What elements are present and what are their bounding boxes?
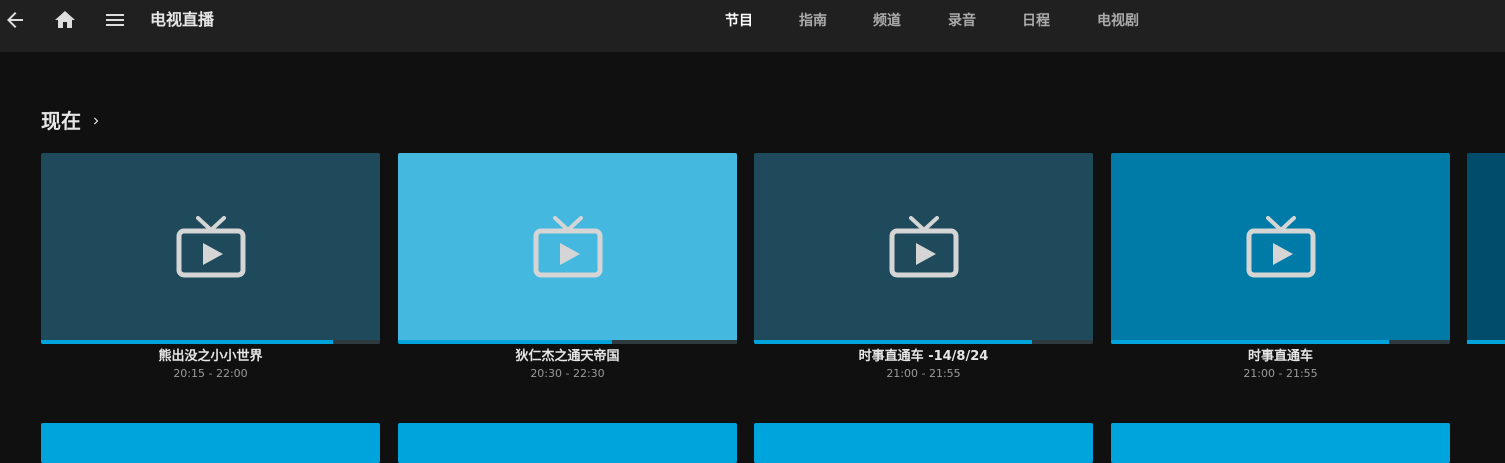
program-name[interactable]: 时事直通车 -14/8/24 [754, 348, 1093, 366]
program-time: 21:00 - 21:55 [1243, 367, 1318, 380]
program-card-row2[interactable] [1111, 423, 1450, 463]
program-name[interactable]: 狄仁杰之通天帝国 [398, 348, 737, 366]
progress-bar [754, 340, 1093, 344]
tab-bar: 节目 指南 频道 录音 日程 电视剧 [0, 11, 1505, 33]
program-name[interactable]: 熊出没之小小世界 [41, 348, 380, 366]
tab-schedule[interactable]: 日程 [1022, 11, 1050, 31]
program-thumbnail[interactable] [398, 153, 737, 344]
program-card-partial[interactable] [1467, 153, 1505, 344]
tab-recordings[interactable]: 录音 [948, 11, 976, 31]
chevron-right-icon [94, 117, 99, 125]
tv-play-icon [176, 216, 246, 278]
progress-bar [1467, 340, 1505, 344]
program-thumbnail[interactable] [1111, 153, 1450, 344]
top-bar: 电视直播 节目 指南 频道 录音 日程 电视剧 [0, 0, 1505, 52]
program-time: 20:15 - 22:00 [173, 367, 248, 380]
progress-fill [41, 340, 333, 344]
progress-fill [1111, 340, 1389, 344]
program-thumbnail[interactable] [754, 153, 1093, 344]
progress-fill [398, 340, 612, 344]
tab-guide[interactable]: 指南 [799, 11, 827, 31]
program-card[interactable]: 时事直通车 21:00 - 21:55 [1111, 153, 1450, 382]
progress-bar [41, 340, 380, 344]
tv-play-icon [889, 216, 959, 278]
progress-fill [754, 340, 1032, 344]
program-card-row2[interactable] [398, 423, 737, 463]
progress-bar [1111, 340, 1450, 344]
program-card[interactable]: 狄仁杰之通天帝国 20:30 - 22:30 [398, 153, 737, 382]
program-name[interactable]: 时事直通车 [1111, 348, 1450, 366]
section-title: 现在 [41, 109, 81, 133]
program-card[interactable]: 时事直通车 -14/8/24 21:00 - 21:55 [754, 153, 1093, 382]
program-thumbnail-partial[interactable] [1467, 153, 1505, 344]
program-card-row2[interactable] [754, 423, 1093, 463]
program-time: 21:00 - 21:55 [886, 367, 961, 380]
tv-play-icon [533, 216, 603, 278]
tv-play-icon [1246, 216, 1316, 278]
progress-bar [398, 340, 737, 344]
tab-programs[interactable]: 节目 [725, 11, 753, 31]
program-thumbnail[interactable] [41, 153, 380, 344]
section-now-heading[interactable]: 现在 [41, 108, 103, 134]
tab-series[interactable]: 电视剧 [1097, 11, 1139, 31]
program-card[interactable]: 熊出没之小小世界 20:15 - 22:00 [41, 153, 380, 382]
program-time: 20:30 - 22:30 [530, 367, 605, 380]
program-card-row2[interactable] [41, 423, 380, 463]
tab-channels[interactable]: 频道 [873, 11, 901, 31]
